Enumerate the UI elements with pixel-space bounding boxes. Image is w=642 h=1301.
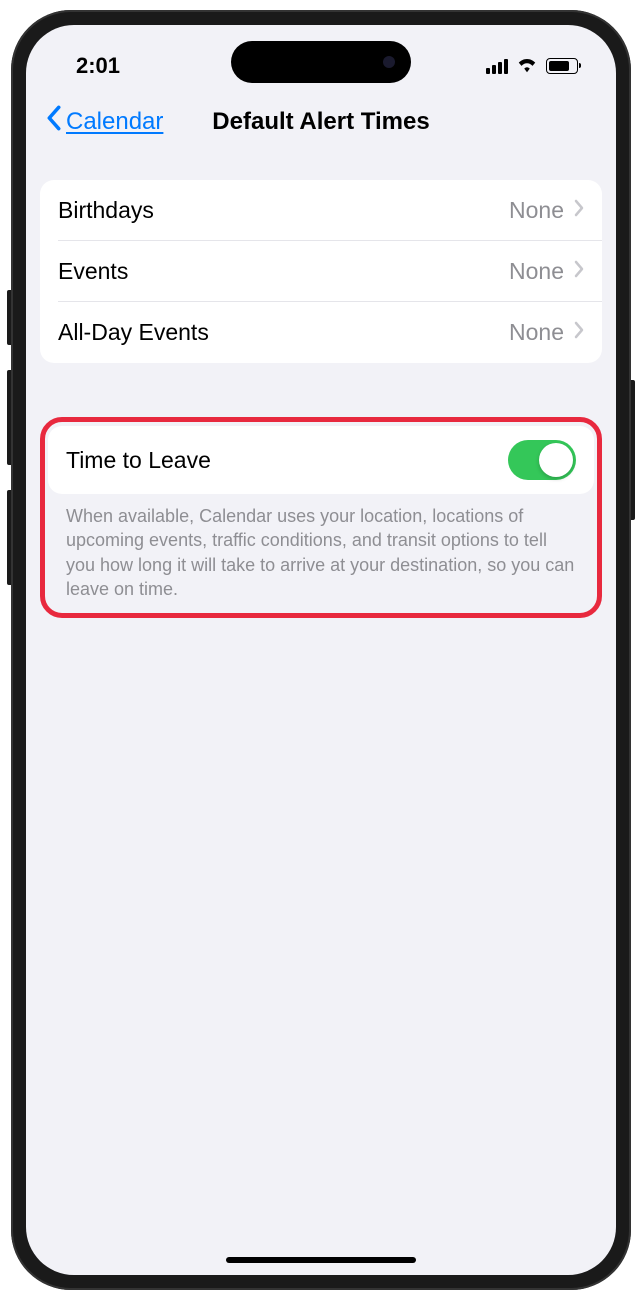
birthdays-row[interactable]: Birthdays None <box>40 180 602 241</box>
row-right: None <box>509 197 584 224</box>
time-to-leave-group: Time to Leave <box>48 426 594 494</box>
chevron-right-icon <box>574 260 584 283</box>
events-row[interactable]: Events None <box>40 241 602 302</box>
wifi-icon <box>516 55 538 78</box>
content: Birthdays None Events None <box>26 156 616 618</box>
row-right: None <box>509 258 584 285</box>
row-label: All-Day Events <box>58 319 209 346</box>
back-label: Calendar <box>66 108 163 136</box>
all-day-events-row[interactable]: All-Day Events None <box>40 302 602 363</box>
row-label: Time to Leave <box>66 447 211 474</box>
row-label: Events <box>58 258 128 285</box>
back-button[interactable]: Calendar <box>46 105 163 138</box>
phone-power-button <box>631 380 635 520</box>
row-label: Birthdays <box>58 197 154 224</box>
toggle-knob <box>539 443 573 477</box>
row-value: None <box>509 319 564 346</box>
alert-settings-group: Birthdays None Events None <box>40 180 602 363</box>
dynamic-island <box>231 41 411 83</box>
highlighted-section: Time to Leave When available, Calendar u… <box>40 417 602 618</box>
row-right: None <box>509 319 584 346</box>
chevron-left-icon <box>46 105 62 138</box>
phone-side-buttons <box>7 290 11 345</box>
time-to-leave-description: When available, Calendar uses your locat… <box>48 494 594 605</box>
time-to-leave-toggle[interactable] <box>508 440 576 480</box>
home-indicator[interactable] <box>226 1257 416 1263</box>
page-title: Default Alert Times <box>212 108 429 136</box>
row-value: None <box>509 258 564 285</box>
status-time: 2:01 <box>76 53 120 79</box>
phone-frame: 2:01 Calendar Default Alert Tim <box>11 10 631 1290</box>
time-to-leave-row: Time to Leave <box>48 426 594 494</box>
battery-icon <box>546 58 578 74</box>
chevron-right-icon <box>574 199 584 222</box>
screen: 2:01 Calendar Default Alert Tim <box>26 25 616 1275</box>
row-value: None <box>509 197 564 224</box>
status-icons <box>486 55 578 78</box>
chevron-right-icon <box>574 321 584 344</box>
cellular-icon <box>486 58 508 74</box>
nav-bar: Calendar Default Alert Times <box>26 85 616 156</box>
